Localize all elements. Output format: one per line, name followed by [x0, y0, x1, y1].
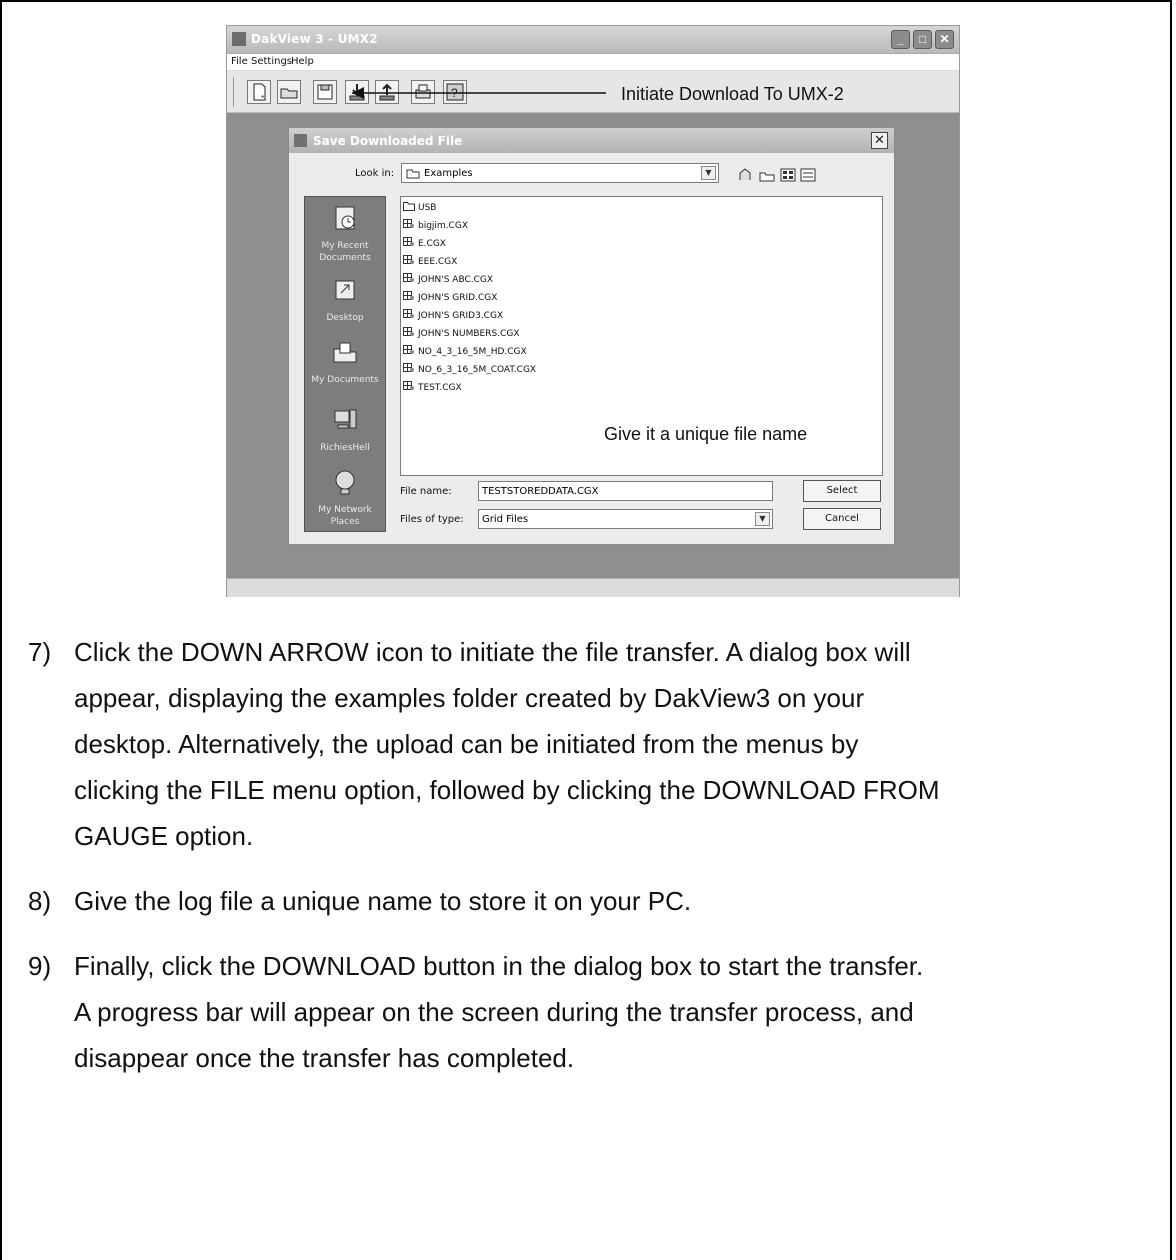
- step-text-line: appear, displaying the examples folder c…: [74, 683, 865, 713]
- place-my-documents[interactable]: My Documents: [305, 337, 385, 386]
- look-in-label: Look in:: [355, 168, 395, 179]
- grid-file-icon: [403, 345, 414, 354]
- chevron-down-icon[interactable]: ▼: [755, 512, 770, 526]
- step-text-line: clicking the FILE menu option, followed …: [74, 775, 940, 805]
- dialog-titlebar: Save Downloaded File ✕: [289, 128, 894, 153]
- list-item[interactable]: JOHN'S GRID.CGX: [403, 291, 497, 303]
- list-item[interactable]: bigjim.CGX: [403, 219, 468, 231]
- place-my-computer[interactable]: RichiesHell: [305, 405, 385, 454]
- file-name: EEE.CGX: [418, 257, 458, 267]
- file-name: NO_6_3_16_5M_COAT.CGX: [418, 365, 537, 375]
- file-name: bigjim.CGX: [418, 221, 468, 231]
- file-name-input[interactable]: TESTSTOREDDATA.CGX: [478, 481, 773, 501]
- list-item[interactable]: NO_4_3_16_5M_HD.CGX: [403, 345, 527, 357]
- place-label: RichiesHell: [320, 443, 370, 453]
- step-number: 8): [28, 886, 52, 916]
- place-label: My Documents: [311, 375, 379, 385]
- file-name-label: File name:: [400, 486, 452, 497]
- file-name: NO_4_3_16_5M_HD.CGX: [418, 347, 527, 357]
- file-name: JOHN'S GRID.CGX: [418, 293, 498, 303]
- folder-icon: [406, 169, 420, 179]
- file-name: JOHN'S NUMBERS.CGX: [418, 329, 520, 339]
- cancel-button[interactable]: Cancel: [803, 508, 881, 530]
- filename-callout: Give it a unique file name: [604, 424, 808, 444]
- chevron-down-icon[interactable]: ▼: [701, 166, 716, 180]
- look-in-value: Examples: [424, 168, 473, 179]
- list-item[interactable]: NO_6_3_16_5M_COAT.CGX: [403, 363, 536, 375]
- network-places-icon: [335, 470, 355, 495]
- step-text-line: Click the DOWN ARROW icon to initiate th…: [74, 637, 911, 667]
- step-number: 9): [28, 951, 52, 981]
- grid-file-icon: [403, 273, 414, 282]
- place-label: My Network Places: [318, 505, 372, 527]
- dialog-title: Save Downloaded File: [313, 134, 463, 148]
- look-in-select[interactable]: Examples ▼: [401, 163, 719, 183]
- my-documents-icon: [333, 342, 357, 363]
- grid-file-icon: [403, 255, 414, 264]
- step-number: 7): [28, 637, 52, 667]
- list-item[interactable]: TEST.CGX: [403, 381, 462, 393]
- list-item[interactable]: USB: [403, 201, 436, 213]
- view-menu-icon[interactable]: [780, 168, 797, 183]
- list-item[interactable]: E.CGX: [403, 237, 446, 249]
- file-name: JOHN'S GRID3.CGX: [418, 311, 504, 321]
- grid-file-icon: [403, 381, 414, 390]
- dialog-close-button[interactable]: ✕: [871, 132, 888, 149]
- place-network[interactable]: My Network Places: [305, 467, 385, 528]
- place-desktop[interactable]: Desktop: [305, 275, 385, 324]
- save-dialog: Save Downloaded File ✕ Look in: Examples…: [288, 127, 895, 545]
- place-label: Desktop: [326, 313, 364, 323]
- places-bar: My Recent Documents Desktop My Documents…: [304, 196, 386, 532]
- file-name: JOHN'S ABC.CGX: [418, 275, 494, 285]
- folder-icon: [403, 202, 415, 211]
- file-name: TEST.CGX: [418, 383, 462, 393]
- grid-file-icon: [403, 291, 414, 300]
- grid-file-icon: [403, 309, 414, 318]
- file-name-value: TESTSTOREDDATA.CGX: [482, 486, 599, 497]
- grid-file-icon: [403, 327, 414, 336]
- download-callout: Initiate Download To UMX-2: [621, 84, 844, 104]
- list-item[interactable]: JOHN'S GRID3.CGX: [403, 309, 503, 321]
- list-item[interactable]: JOHN'S ABC.CGX: [403, 273, 493, 285]
- list-item[interactable]: EEE.CGX: [403, 255, 457, 267]
- step-text-line: disappear once the transfer has complete…: [74, 1043, 575, 1073]
- place-recent-documents[interactable]: My Recent Documents: [305, 203, 385, 264]
- file-type-select[interactable]: Grid Files ▼: [478, 509, 773, 529]
- file-name: USB: [418, 203, 437, 213]
- up-folder-icon[interactable]: [737, 168, 754, 183]
- select-button[interactable]: Select: [803, 480, 881, 502]
- list-item[interactable]: JOHN'S NUMBERS.CGX: [403, 327, 519, 339]
- step-text-line: Give the log file a unique name to store…: [74, 886, 692, 916]
- grid-file-icon: [403, 219, 414, 228]
- details-view-icon[interactable]: [800, 168, 817, 183]
- new-folder-icon[interactable]: [759, 168, 776, 183]
- place-label: My Recent Documents: [319, 241, 371, 263]
- desktop-icon: [335, 280, 355, 300]
- dialog-icon: [294, 134, 307, 147]
- step-text-line: GAUGE option.: [74, 821, 254, 851]
- file-type-value: Grid Files: [482, 514, 529, 525]
- grid-file-icon: [403, 237, 414, 246]
- recent-documents-icon: [335, 206, 355, 230]
- file-type-label: Files of type:: [400, 514, 464, 525]
- grid-file-icon: [403, 363, 414, 372]
- step-text-line: Finally, click the DOWNLOAD button in th…: [74, 951, 924, 981]
- download-callout-arrowhead: [352, 87, 364, 99]
- computer-icon: [334, 409, 357, 429]
- step-text-line: desktop. Alternatively, the upload can b…: [74, 729, 859, 759]
- file-name: E.CGX: [418, 239, 446, 249]
- step-text-line: A progress bar will appear on the screen…: [74, 997, 914, 1027]
